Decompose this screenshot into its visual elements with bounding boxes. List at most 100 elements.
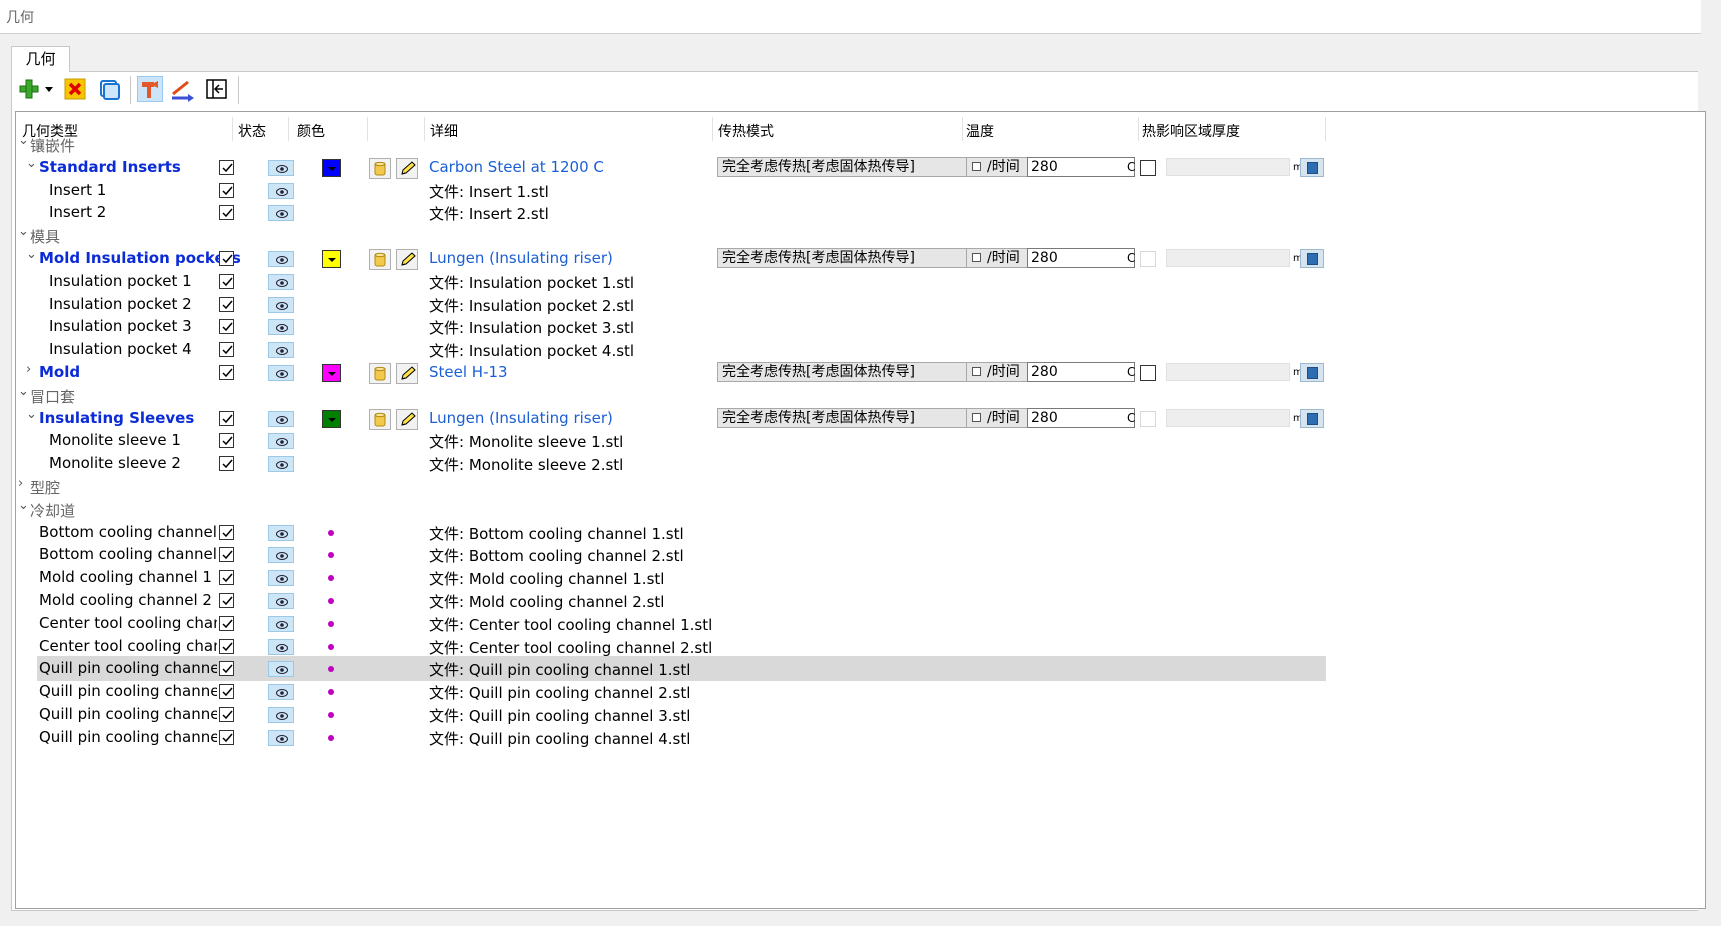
haz-checkbox[interactable] bbox=[1140, 159, 1156, 176]
visibility-checkbox[interactable] bbox=[219, 365, 234, 380]
color-swatch-button[interactable] bbox=[322, 158, 341, 177]
show-eye-button[interactable] bbox=[268, 638, 294, 655]
tree-section-row[interactable]: › 型腔 bbox=[16, 474, 1456, 499]
show-eye-button[interactable] bbox=[268, 182, 294, 199]
visibility-checkbox[interactable] bbox=[219, 456, 234, 472]
show-eye-button[interactable] bbox=[268, 319, 294, 336]
haz-thickness-input[interactable] bbox=[1166, 363, 1290, 381]
tree-group-row[interactable]: ⌄ Standard Inserts Carbon Steel at 1200 C 完… bbox=[16, 155, 1456, 180]
material-link[interactable]: Lungen (Insulating riser) bbox=[429, 249, 613, 267]
show-eye-button[interactable] bbox=[268, 547, 294, 564]
visibility-checkbox[interactable] bbox=[219, 707, 234, 722]
edit-material-button[interactable] bbox=[396, 363, 418, 384]
show-eye-button[interactable] bbox=[268, 570, 294, 587]
visibility-checkbox[interactable] bbox=[219, 433, 234, 449]
tree-item-row[interactable]: Mold cooling channel 1 文件: Mold cooling c… bbox=[16, 565, 1456, 590]
material-database-button[interactable] bbox=[369, 157, 391, 179]
collapse-panel-button[interactable] bbox=[204, 76, 230, 102]
tree-item-row[interactable]: Quill pin cooling channel 4 文件: Quill pin… bbox=[16, 725, 1456, 750]
visibility-checkbox[interactable] bbox=[219, 615, 234, 631]
tree-section-row[interactable]: ⌄ 模具 bbox=[16, 223, 1456, 248]
tree-item-row[interactable]: Quill pin cooling channel 3 文件: Quill pin… bbox=[16, 702, 1456, 727]
material-database-button[interactable] bbox=[369, 363, 391, 384]
tree-item-row[interactable]: Insert 1 文件: Insert 1.stl bbox=[16, 178, 1456, 203]
temperature-input[interactable]: 280 bbox=[1027, 248, 1135, 268]
time-checkbox[interactable] bbox=[972, 253, 981, 262]
time-checkbox[interactable] bbox=[972, 412, 981, 422]
tree-item-row[interactable]: Bottom cooling channel 2 文件: Bottom cooli… bbox=[16, 542, 1456, 567]
visibility-checkbox[interactable] bbox=[219, 593, 234, 608]
copy-button[interactable] bbox=[96, 76, 122, 102]
show-eye-button[interactable] bbox=[268, 296, 294, 313]
haz-thickness-input[interactable] bbox=[1166, 408, 1290, 427]
temperature-input[interactable]: 280 bbox=[1027, 362, 1135, 382]
direction-button[interactable] bbox=[170, 76, 196, 102]
chevron-down-icon[interactable]: ⌄ bbox=[26, 407, 37, 422]
show-eye-button[interactable] bbox=[268, 205, 294, 222]
show-eye-button[interactable] bbox=[268, 661, 294, 678]
heat-mode-select[interactable]: 完全考虑传热[考虑固体热传导] bbox=[717, 362, 987, 382]
visibility-checkbox[interactable] bbox=[219, 570, 234, 586]
haz-thickness-input[interactable] bbox=[1166, 157, 1290, 176]
show-eye-button[interactable] bbox=[268, 456, 294, 473]
tab-geometry[interactable]: 几何 bbox=[11, 46, 70, 72]
heat-mode-select[interactable]: 完全考虑传热[考虑固体热传导] bbox=[717, 248, 987, 268]
chevron-down-icon[interactable]: ⌄ bbox=[18, 133, 29, 148]
visibility-checkbox[interactable] bbox=[219, 342, 234, 358]
heat-mode-select[interactable]: 完全考虑传热[考虑固体热传导] bbox=[717, 407, 987, 428]
temperature-input[interactable]: 280 bbox=[1027, 156, 1135, 177]
calculator-button[interactable] bbox=[1300, 363, 1324, 382]
haz-thickness-input[interactable] bbox=[1166, 249, 1290, 267]
show-eye-button[interactable] bbox=[268, 615, 294, 632]
calculator-button[interactable] bbox=[1300, 157, 1324, 177]
time-checkbox[interactable] bbox=[972, 161, 981, 171]
visibility-checkbox[interactable] bbox=[219, 661, 234, 677]
add-dropdown-button[interactable] bbox=[42, 76, 56, 102]
delete-button[interactable] bbox=[62, 76, 88, 102]
chevron-down-icon[interactable]: ⌄ bbox=[18, 384, 29, 399]
color-swatch-button[interactable] bbox=[322, 409, 341, 428]
show-eye-button[interactable] bbox=[268, 342, 294, 359]
temperature-input[interactable]: 280 bbox=[1027, 407, 1135, 428]
visibility-checkbox[interactable] bbox=[219, 410, 234, 426]
time-toggle-button[interactable]: /时间 bbox=[966, 362, 1028, 382]
edit-material-button[interactable] bbox=[396, 408, 418, 430]
visibility-checkbox[interactable] bbox=[219, 729, 234, 745]
visibility-checkbox[interactable] bbox=[219, 319, 234, 335]
show-eye-button[interactable] bbox=[268, 593, 294, 609]
show-eye-button[interactable] bbox=[268, 365, 294, 381]
heat-mode-select[interactable]: 完全考虑传热[考虑固体热传导] bbox=[717, 156, 987, 177]
show-eye-button[interactable] bbox=[268, 410, 294, 427]
visibility-checkbox[interactable] bbox=[219, 296, 234, 312]
visibility-checkbox[interactable] bbox=[219, 273, 234, 289]
chevron-right-icon[interactable]: › bbox=[26, 362, 31, 377]
edit-material-button[interactable] bbox=[396, 157, 418, 179]
tree-item-row[interactable]: Monolite sleeve 2 文件: Monolite sleeve 2.s… bbox=[16, 451, 1456, 476]
tree-group-row[interactable]: › Mold Steel H-13 完全考虑传热[考虑固体热传导]/时间 280 Cm bbox=[16, 360, 1456, 385]
show-eye-button[interactable] bbox=[268, 433, 294, 450]
tree-item-row[interactable]: Mold cooling channel 2 文件: Mold cooling c… bbox=[16, 588, 1456, 613]
visibility-checkbox[interactable] bbox=[219, 159, 234, 175]
tree-section-row[interactable]: ⌄ 冷却道 bbox=[16, 497, 1456, 522]
haz-checkbox[interactable] bbox=[1140, 410, 1156, 427]
show-eye-button[interactable] bbox=[268, 159, 294, 176]
time-checkbox[interactable] bbox=[972, 367, 981, 376]
visibility-checkbox[interactable] bbox=[219, 205, 234, 221]
tree-item-row[interactable]: Insert 2 文件: Insert 2.stl bbox=[16, 200, 1456, 225]
edit-material-button[interactable] bbox=[396, 249, 418, 270]
material-database-button[interactable] bbox=[369, 408, 391, 430]
tool-toggle-button[interactable] bbox=[137, 76, 163, 102]
tree-item-row[interactable]: Center tool cooling chan... 文件: Center to… bbox=[16, 611, 1456, 636]
chevron-down-icon[interactable]: ⌄ bbox=[26, 247, 37, 262]
visibility-checkbox[interactable] bbox=[219, 182, 234, 198]
time-toggle-button[interactable]: /时间 bbox=[966, 156, 1028, 177]
material-link[interactable]: Carbon Steel at 1200 C bbox=[429, 158, 604, 176]
show-eye-button[interactable] bbox=[268, 729, 294, 746]
color-swatch-button[interactable] bbox=[322, 364, 341, 382]
tree-group-row[interactable]: ⌄ Insulating Sleeves Lungen (Insulating ri… bbox=[16, 406, 1456, 431]
tree-item-row[interactable]: Insulation pocket 1 文件: Insulation pocket… bbox=[16, 269, 1456, 294]
time-toggle-button[interactable]: /时间 bbox=[966, 407, 1028, 428]
visibility-checkbox[interactable] bbox=[219, 547, 234, 563]
visibility-checkbox[interactable] bbox=[219, 524, 234, 540]
calculator-button[interactable] bbox=[1300, 408, 1324, 428]
